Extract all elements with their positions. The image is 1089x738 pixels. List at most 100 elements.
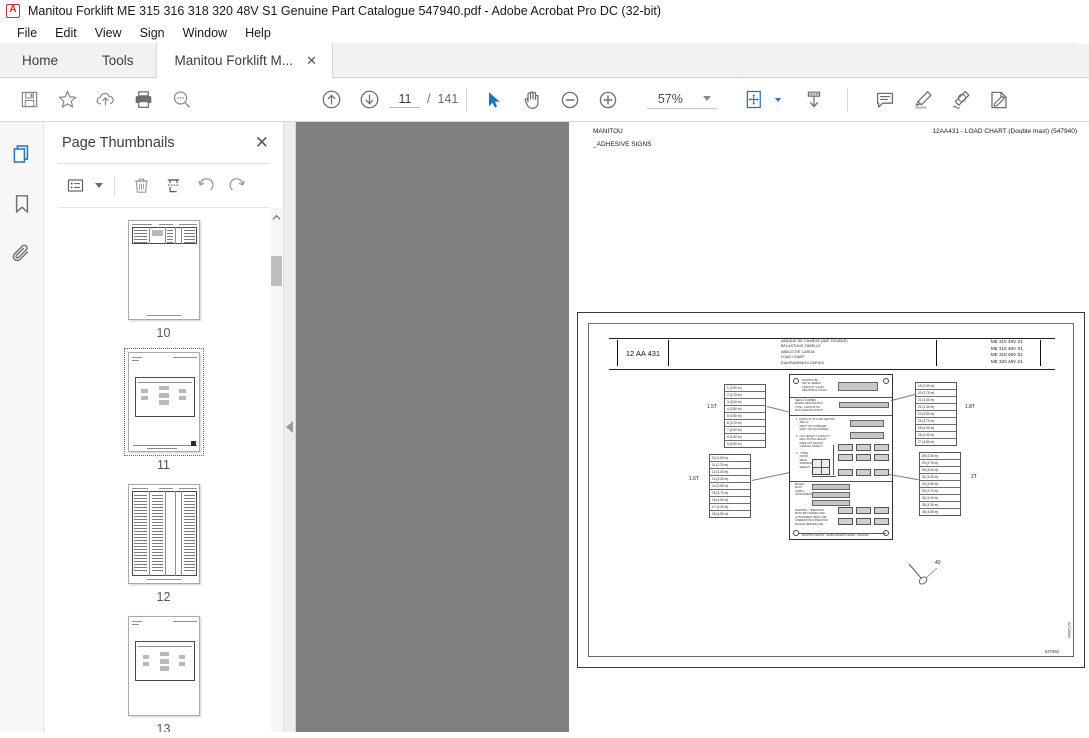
tab-home[interactable]: Home	[0, 43, 81, 77]
arrow-down-circle-icon[interactable]	[350, 83, 388, 117]
menu-sign[interactable]: Sign	[131, 24, 174, 42]
callout-row: 23 (3.50 m)	[916, 411, 956, 418]
menu-file[interactable]: File	[8, 24, 46, 42]
attachments-icon[interactable]	[6, 238, 38, 270]
rotate-cw-icon[interactable]	[222, 172, 252, 200]
model-4: ME 320 48V S1	[990, 358, 1023, 364]
model-3: ME 318 48V S1	[990, 352, 1023, 358]
callout-row: 15 (3.70 m)	[710, 490, 750, 497]
thumbnails-scrollbar-track[interactable]	[271, 208, 282, 733]
star-icon[interactable]	[48, 83, 86, 117]
page-total-count: 141	[437, 91, 459, 106]
callout-row: 18 (4.50 m)	[712, 512, 729, 516]
callout-row: 19 (2.50 m)	[916, 383, 956, 390]
callout-row: 12 (3.00 m)	[710, 469, 750, 476]
print-icon[interactable]	[124, 83, 162, 117]
callout-row: 24 (3.70 m)	[916, 418, 956, 425]
chevron-down-icon-fit[interactable]	[775, 97, 782, 102]
hand-tool-icon[interactable]	[513, 83, 551, 117]
navigation-rail	[0, 122, 44, 732]
page-thumbnails-icon[interactable]	[6, 138, 38, 170]
callout-row: 13 (3.30 m)	[710, 476, 750, 483]
highlight-icon[interactable]	[904, 83, 942, 117]
delete-pages-icon[interactable]	[126, 172, 156, 200]
sign-icon[interactable]	[980, 83, 1018, 117]
panel-title: Page Thumbnails	[62, 134, 175, 151]
extract-pages-icon[interactable]	[158, 172, 188, 200]
close-icon[interactable]: ✕	[255, 134, 269, 151]
tab-document[interactable]: Manitou Forklift M... ✕	[155, 43, 333, 78]
callout-row: 1 (2.50 m)	[725, 385, 765, 392]
draw-icon[interactable]	[942, 83, 980, 117]
app-body: Page Thumbnails ✕ 10 11 12 13 MANITOU 12…	[0, 122, 1089, 733]
arrow-up-circle-icon[interactable]	[312, 83, 350, 117]
callout-row: 17 (4.30 m)	[710, 504, 750, 511]
menu-help[interactable]: Help	[236, 24, 280, 42]
save-icon[interactable]	[10, 83, 48, 117]
tab-bar-empty	[332, 43, 1078, 77]
callout-row: 27 (4.50 m)	[918, 440, 935, 444]
document-header: MANITOU 12AA431 - LOAD CHART (Double mas…	[593, 128, 1077, 148]
fit-page-icon[interactable]	[735, 83, 773, 117]
page-down-icon[interactable]	[795, 83, 833, 117]
callout-label-2t: 2T	[971, 474, 977, 480]
callout-row: 7 (4.00 m)	[725, 427, 765, 434]
thumbnail-page-11[interactable]: 11	[123, 348, 204, 472]
callout-row: 9 (4.50 m)	[727, 442, 742, 446]
rotate-ccw-icon[interactable]	[190, 172, 220, 200]
window-title: Manitou Forklift ME 315 316 318 320 48V …	[28, 4, 662, 18]
callout-row: 11 (2.75 m)	[710, 462, 750, 469]
model-2: ME 316 48V S1	[990, 345, 1023, 351]
thumbnail-page-10[interactable]: 10	[124, 216, 204, 340]
thumbnail-page-13[interactable]: 13	[124, 612, 204, 732]
drawing-language-labels: ABAQUE DE CHARGE (MAT DOUBLE) BELASTUNG …	[781, 339, 848, 366]
menu-view[interactable]: View	[86, 24, 131, 42]
comment-icon[interactable]	[866, 83, 904, 117]
search-zoom-icon[interactable]	[162, 83, 200, 117]
thumbnail-image	[127, 484, 200, 585]
collapse-panel-handle[interactable]	[284, 122, 296, 732]
callout-table-1-6t: 10 (2.50 m) 11 (2.75 m) 12 (3.00 m) 13 (…	[709, 454, 751, 518]
divider	[114, 175, 115, 196]
select-cursor-icon[interactable]	[475, 83, 513, 117]
document-header-right: 12AA431 - LOAD CHART (Double mast) (5479…	[932, 128, 1077, 135]
bookmarks-icon[interactable]	[6, 188, 38, 220]
callout-row: 6 (3.70 m)	[725, 420, 765, 427]
document-header-left: MANITOU	[593, 128, 623, 135]
page-separator: /	[427, 91, 431, 106]
zoom-out-icon[interactable]	[551, 83, 589, 117]
thumbnail-page-12[interactable]: 12	[124, 480, 204, 604]
menu-edit[interactable]: Edit	[46, 24, 86, 42]
thumbnail-image	[127, 352, 200, 453]
thumbnails-scroll-area[interactable]: 10 11 12 13	[44, 208, 283, 733]
zoom-level-control[interactable]: 57%	[647, 91, 718, 109]
chevron-down-icon[interactable]	[703, 96, 712, 101]
cloud-upload-icon[interactable]	[86, 83, 124, 117]
tab-tools[interactable]: Tools	[80, 43, 156, 77]
chevron-down-icon-page-options[interactable]	[95, 183, 103, 189]
thumbnail-image	[127, 220, 200, 321]
drawing-footer-number: 547940	[1045, 649, 1059, 654]
menu-window[interactable]: Window	[174, 24, 236, 42]
page-number-input[interactable]	[390, 91, 420, 108]
callout-table-2t: 28 (2.50 m) 29 (2.75 m) 30 (3.00 m) 31 (…	[919, 452, 961, 516]
document-header-sub: _ADHESIVE SIGNS	[593, 141, 652, 148]
tab-document-label: Manitou Forklift M...	[174, 52, 294, 68]
pdf-page: MANITOU 12AA431 - LOAD CHART (Double mas…	[569, 122, 1089, 732]
acrobat-icon	[6, 3, 20, 18]
engineering-drawing: 12 AA 431 ABAQUE DE CHARGE (MAT DOUBLE) …	[577, 312, 1085, 668]
drawing-side-number: 52713000	[1067, 622, 1071, 638]
callout-label-1-6t: 1.6T	[689, 476, 700, 482]
page-options-icon[interactable]	[60, 172, 90, 200]
page-thumbnails-panel: Page Thumbnails ✕ 10 11 12 13	[44, 122, 284, 733]
thumbnails-scrollbar-thumb[interactable]	[271, 256, 282, 287]
zoom-in-icon[interactable]	[589, 83, 627, 117]
tab-bar: Home Tools Manitou Forklift M... ✕	[0, 43, 1089, 78]
scroll-up-icon[interactable]	[271, 210, 282, 224]
menu-bar: File Edit View Sign Window Help	[0, 22, 1089, 44]
title-bar: Manitou Forklift ME 315 316 318 320 48V …	[0, 0, 1089, 22]
callout-row: 4 (3.30 m)	[725, 406, 765, 413]
document-viewport[interactable]: MANITOU 12AA431 - LOAD CHART (Double mas…	[296, 122, 1089, 732]
close-icon[interactable]: ✕	[303, 52, 320, 69]
callout-row: 21 (3.00 m)	[916, 397, 956, 404]
